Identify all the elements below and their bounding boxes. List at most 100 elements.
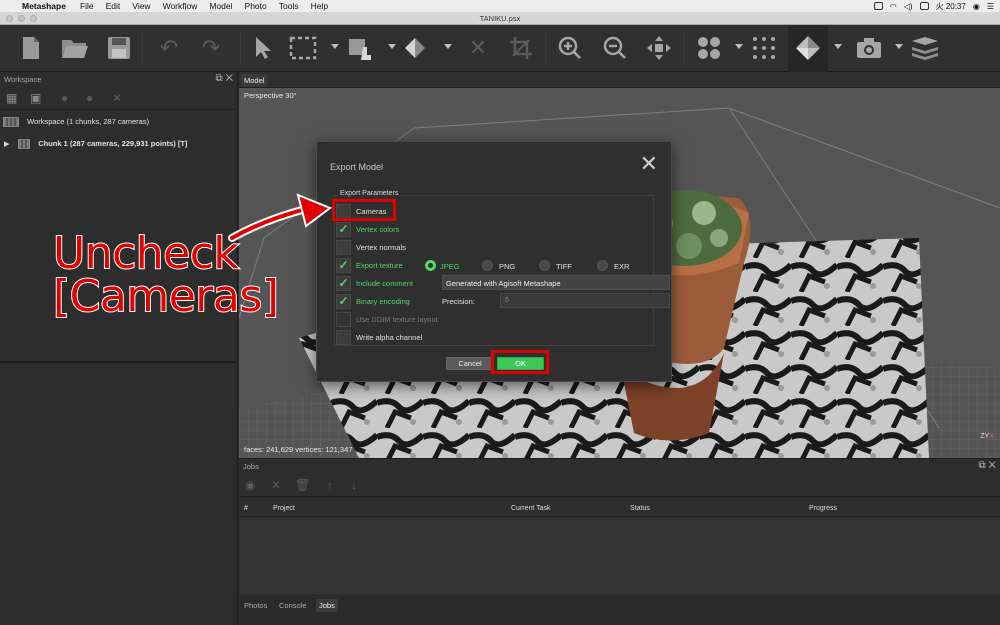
dense-cloud-icon[interactable] [694, 33, 724, 63]
creative-cloud-icon[interactable] [873, 2, 883, 10]
volume-icon[interactable]: ◁) [904, 2, 913, 11]
move-object-icon[interactable] [346, 33, 376, 63]
col-number[interactable]: # [244, 505, 248, 512]
png-radio[interactable] [482, 260, 493, 271]
menu-tools[interactable]: Tools [279, 1, 299, 11]
jpeg-radio[interactable] [425, 260, 436, 271]
pane-divider[interactable] [0, 361, 238, 363]
tab-model[interactable]: Model [241, 74, 268, 87]
minimize-window-button[interactable] [18, 15, 25, 22]
binary-encoding-checkbox[interactable]: ✓ [336, 294, 351, 309]
include-comment-option[interactable]: ✓ Include comment Generated with Agisoft… [336, 275, 670, 291]
tiff-radio[interactable] [539, 260, 550, 271]
undo-icon[interactable]: ↶ [154, 33, 184, 63]
stop-job-icon[interactable]: ◉ [245, 478, 255, 492]
reset-view-icon[interactable] [644, 33, 674, 63]
close-icon[interactable]: ✕ [640, 153, 658, 175]
col-status[interactable]: Status [630, 505, 650, 512]
toolbar-separator [240, 31, 241, 65]
cancel-job-icon[interactable]: ✕ [271, 478, 281, 492]
binary-encoding-option[interactable]: ✓ Binary encoding Precision: 6 [336, 293, 670, 309]
move-down-icon[interactable]: ↓ [351, 478, 357, 492]
clock[interactable]: 火 20:37 [936, 1, 966, 12]
export-texture-option[interactable]: ✓ Export texture JPEG PNG TIFF EXR [336, 257, 656, 273]
delete-selection-icon[interactable]: ✕ [463, 33, 493, 63]
annotation-line-2: [Cameras] [52, 271, 280, 322]
model-dropdown-icon[interactable] [834, 44, 842, 49]
rectangle-selection-icon[interactable] [288, 33, 318, 63]
save-icon[interactable] [104, 33, 134, 63]
move-dropdown-icon[interactable] [388, 44, 396, 49]
exr-label: EXR [614, 262, 630, 271]
new-document-icon[interactable] [16, 33, 46, 63]
export-texture-checkbox[interactable]: ✓ [336, 258, 351, 273]
axis-x-label: X [989, 433, 994, 440]
precision-field[interactable]: 6 [500, 293, 670, 308]
export-model-dialog: Export Model ✕ Export Parameters Cameras… [316, 141, 672, 382]
menu-edit[interactable]: Edit [106, 1, 121, 11]
chunk-item[interactable]: ▶ Chunk 1 (287 cameras, 229,931 points) … [4, 139, 187, 150]
workspace-pane-controls[interactable]: ⧉ ✕ [215, 73, 233, 84]
open-folder-icon[interactable] [60, 33, 90, 63]
rotate-object-icon[interactable] [402, 33, 432, 63]
move-up-icon[interactable]: ↑ [327, 478, 333, 492]
close-window-button[interactable] [6, 15, 13, 22]
layers-icon[interactable] [910, 33, 940, 63]
menu-workflow[interactable]: Workflow [163, 1, 198, 11]
comment-field[interactable]: Generated with Agisoft Metashape [442, 275, 670, 290]
menu-help[interactable]: Help [311, 1, 328, 11]
disable-icon[interactable]: ● [86, 91, 93, 105]
col-current-task[interactable]: Current Task [511, 505, 551, 512]
menu-view[interactable]: View [132, 1, 150, 11]
macos-menu-bar: Metashape File Edit View Workflow Model … [0, 0, 1000, 12]
workspace-root-item[interactable]: Workspace (1 chunks, 287 cameras) [3, 117, 149, 128]
tab-photos[interactable]: Photos [241, 599, 270, 612]
point-cloud-icon[interactable] [749, 33, 779, 63]
bottom-tab-bar: Photos Console Jobs [239, 595, 1000, 625]
workspace-tree-icon [3, 117, 19, 128]
menu-photo[interactable]: Photo [245, 1, 267, 11]
enable-icon[interactable]: ● [61, 91, 68, 105]
navigation-arrow-icon[interactable] [248, 33, 278, 63]
workspace-toolbar: ▦ ▣ ● ● ✕ [0, 88, 238, 110]
jobs-pane: Jobs ⧉ ✕ ◉ ✕ 🗑 ↑ ↓ # Project Current Tas… [239, 458, 1000, 625]
remove-items-icon[interactable]: ✕ [112, 91, 122, 105]
add-chunk-icon[interactable]: ▦ [6, 91, 17, 105]
app-menu[interactable]: Metashape [22, 1, 66, 11]
workspace-title: Workspace [4, 75, 42, 84]
camera-icon[interactable] [854, 33, 884, 63]
toolbar-separator [142, 31, 143, 65]
menu-model[interactable]: Model [209, 1, 232, 11]
menu-list-icon[interactable]: ☰ [987, 2, 994, 11]
model-shaded-icon[interactable] [793, 33, 823, 63]
selection-dropdown-icon[interactable] [331, 44, 339, 49]
expand-triangle-icon[interactable]: ▶ [4, 140, 16, 148]
siri-icon[interactable]: ◉ [973, 2, 980, 11]
include-comment-checkbox[interactable]: ✓ [336, 276, 351, 291]
exr-radio[interactable] [597, 260, 608, 271]
tab-console[interactable]: Console [276, 599, 310, 612]
redo-icon[interactable]: ↷ [196, 33, 226, 63]
jobs-pane-controls[interactable]: ⧉ ✕ [978, 460, 996, 471]
alpha-channel-checkbox[interactable] [336, 330, 351, 345]
export-texture-label: Export texture [356, 261, 403, 270]
cancel-button[interactable]: Cancel [446, 357, 494, 370]
input-source-icon[interactable] [919, 2, 929, 10]
wifi-icon[interactable]: ◠ [890, 2, 897, 11]
zoom-window-button[interactable] [30, 15, 37, 22]
crop-selection-icon[interactable] [506, 33, 536, 63]
delete-job-icon[interactable]: 🗑 [295, 478, 310, 492]
col-progress[interactable]: Progress [809, 505, 837, 512]
rotate-dropdown-icon[interactable] [444, 44, 452, 49]
col-project[interactable]: Project [273, 505, 295, 512]
zoom-out-icon[interactable] [600, 33, 630, 63]
cloud-dropdown-icon[interactable] [735, 44, 743, 49]
precision-label: Precision: [442, 297, 475, 306]
camera-dropdown-icon[interactable] [895, 44, 903, 49]
zoom-in-icon[interactable] [555, 33, 585, 63]
workspace-pane: Workspace ⧉ ✕ ▦ ▣ ● ● ✕ Workspace (1 chu… [0, 72, 238, 625]
annotation-callout: Uncheck [Cameras] [52, 231, 280, 322]
menu-file[interactable]: File [80, 1, 94, 11]
add-photos-icon[interactable]: ▣ [30, 91, 41, 105]
tab-jobs[interactable]: Jobs [316, 599, 338, 612]
